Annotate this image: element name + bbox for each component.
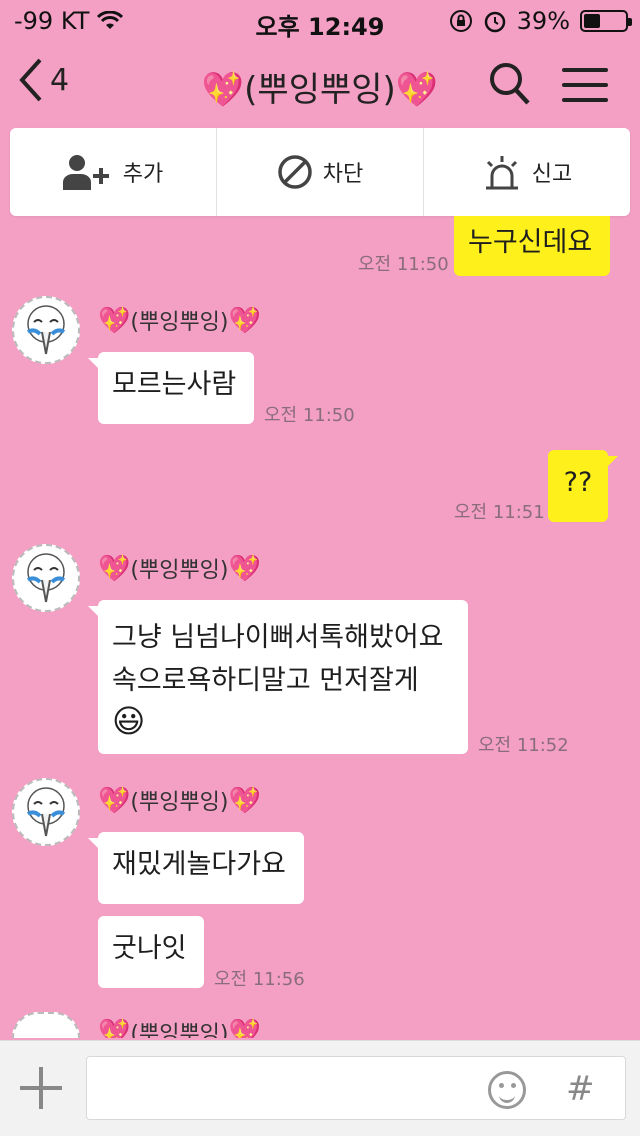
sparkling-heart-icon: 💖 — [98, 1018, 131, 1038]
their-message-bubble[interactable]: 모르는사람 — [88, 352, 254, 424]
sparkling-heart-icon: 💖 — [98, 786, 131, 816]
message-text-line: 그냥 님넘나이뻐서톡해밨어요 — [112, 622, 444, 653]
search-icon[interactable] — [488, 60, 532, 108]
hash-icon[interactable]: # — [566, 1069, 595, 1109]
sparkling-heart-icon: 💖 — [201, 70, 245, 110]
sparkling-heart-icon: 💖 — [98, 306, 131, 336]
message-text: ?? — [563, 467, 593, 498]
sender-name-text: (뿌잉뿌잉) — [130, 790, 229, 815]
chat-title-text: (뿌잉뿌잉) — [244, 70, 396, 110]
plus-icon[interactable] — [20, 1067, 62, 1109]
avatar[interactable] — [12, 1012, 80, 1038]
message-text-line: 속으로욕하디말고 먼저잘게 — [112, 665, 419, 697]
sparkling-heart-icon: 💖 — [228, 1018, 261, 1038]
chat-header: 4 💖(뿌잉뿌잉)💖 — [0, 48, 640, 120]
add-friend-label: 추가 — [122, 162, 164, 187]
sender-name: 💖(뿌잉뿌잉)💖 — [98, 1016, 261, 1038]
friend-action-bar: 추가 차단 신고 — [10, 128, 630, 216]
their-message-bubble[interactable]: 그냥 님넘나이뻐서톡해밨어요 속으로욕하디말고 먼저잘게 😃 — [88, 600, 468, 754]
block-label: 차단 — [322, 162, 364, 187]
battery-icon — [580, 10, 632, 32]
sender-name: 💖(뿌잉뿌잉)💖 — [98, 304, 261, 336]
menu-line — [562, 98, 608, 102]
add-friend-button[interactable]: 추가 — [10, 128, 217, 216]
siren-icon — [485, 156, 518, 190]
sparkling-heart-icon: 💖 — [228, 554, 261, 584]
their-message-bubble[interactable]: 재밌게놀다가요 — [88, 832, 304, 904]
message-text: 굿나잇 — [112, 933, 187, 964]
menu-icon[interactable] — [562, 68, 608, 102]
smiley-emoji-icon: 😃 — [112, 702, 146, 741]
message-input[interactable] — [86, 1056, 626, 1120]
emoji-icon[interactable] — [488, 1071, 526, 1109]
avatar[interactable] — [12, 296, 80, 364]
avatar[interactable] — [12, 778, 80, 846]
message-time: 오전 11:56 — [214, 969, 305, 990]
status-bar: -99 KT 오후 12:49 39% — [0, 0, 640, 41]
block-button[interactable]: 차단 — [217, 128, 424, 216]
message-time: 오전 11:52 — [478, 735, 569, 756]
sender-name: 💖(뿌잉뿌잉)💖 — [98, 784, 261, 816]
message-time: 오전 11:50 — [264, 405, 355, 426]
their-message-bubble[interactable]: 굿나잇 — [98, 916, 204, 988]
sparkling-heart-icon: 💖 — [228, 786, 261, 816]
alarm-icon — [484, 11, 505, 33]
battery-fill — [584, 14, 600, 28]
report-label: 신고 — [531, 162, 573, 187]
sparkling-heart-icon: 💖 — [228, 306, 261, 336]
sparkling-heart-icon: 💖 — [98, 554, 131, 584]
my-message-bubble[interactable]: ?? — [548, 450, 618, 522]
chat-title: 💖(뿌잉뿌잉)💖 — [0, 62, 640, 111]
sender-name-text: (뿌잉뿌잉) — [130, 1022, 229, 1038]
block-icon — [278, 155, 312, 189]
battery-percent: 39% — [516, 7, 570, 35]
report-button[interactable]: 신고 — [424, 128, 630, 216]
menu-line — [562, 68, 608, 72]
status-right-group: 39% — [449, 7, 632, 35]
message-time: 오전 11:50 — [358, 254, 449, 275]
sender-name-text: (뿌잉뿌잉) — [130, 558, 229, 583]
praying-hands-avatar-icon — [26, 305, 66, 355]
sender-name-text: (뿌잉뿌잉) — [130, 310, 229, 335]
message-text: 누구신데요 — [468, 227, 593, 258]
message-input-bar: # — [0, 1040, 640, 1136]
add-friend-icon — [62, 155, 109, 190]
message-text: 모르는사람 — [112, 369, 237, 400]
praying-hands-avatar-icon — [26, 553, 66, 603]
sender-name: 💖(뿌잉뿌잉)💖 — [98, 552, 261, 584]
message-time: 오전 11:51 — [454, 502, 545, 523]
menu-line — [562, 83, 608, 87]
avatar[interactable] — [12, 544, 80, 612]
my-message-bubble[interactable]: 누구신데요 — [454, 216, 610, 276]
message-text: 재밌게놀다가요 — [112, 849, 286, 880]
praying-hands-avatar-icon — [26, 787, 66, 837]
sparkling-heart-icon: 💖 — [395, 70, 439, 110]
orientation-lock-icon — [449, 10, 472, 32]
